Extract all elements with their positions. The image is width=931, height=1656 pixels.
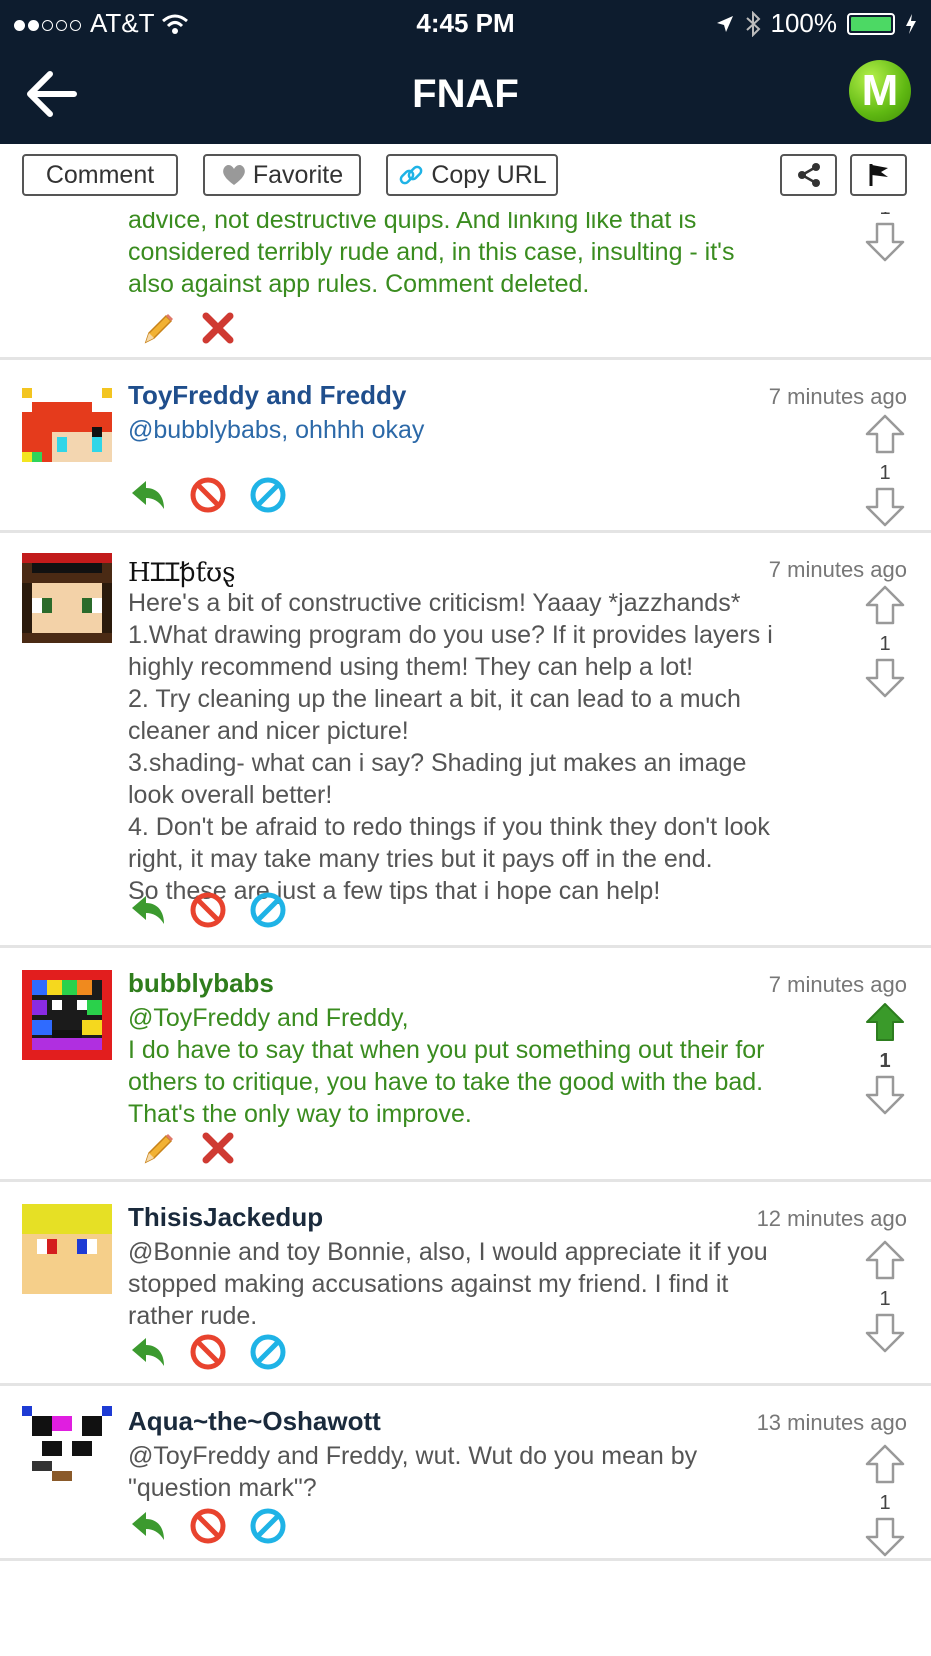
comment-line: @Bonnie and toy Bonnie, also, I would ap… <box>128 1238 768 1266</box>
downvote-arrow-icon[interactable] <box>863 1073 907 1117</box>
comment-time: 12 minutes ago <box>756 1206 907 1231</box>
app-logo[interactable]: M <box>849 60 911 122</box>
upvote-arrow-active-icon[interactable] <box>863 1000 907 1044</box>
charging-icon <box>906 13 916 34</box>
block-icon[interactable] <box>188 475 228 515</box>
avatar[interactable] <box>22 1204 112 1294</box>
copy-url-button[interactable]: Copy URL <box>386 154 558 196</box>
page-title: FNAF <box>412 72 519 116</box>
comment-item: Aqua~the~Oshawott 13 minutes ago @ToyFre… <box>0 1386 931 1561</box>
heart-icon <box>223 165 245 185</box>
comment-line: also against app rules. Comment deleted. <box>128 270 590 298</box>
comment-line: look overall better! <box>128 781 333 809</box>
avatar[interactable] <box>22 553 112 643</box>
reply-icon[interactable] <box>128 1332 168 1372</box>
comment-line: 1.What drawing program do you use? If it… <box>128 621 773 649</box>
flag-icon <box>869 164 888 186</box>
upvote-arrow-icon[interactable] <box>863 583 907 627</box>
comment-time: 13 minutes ago <box>756 1410 907 1435</box>
comment-time: 7 minutes ago <box>768 384 907 409</box>
status-bar: AT&T 4:45 PM 100% <box>0 0 931 46</box>
comment-item: HꞮꞮꝥƭʊȿ 7 minutes ago Here's a bit of co… <box>0 533 931 948</box>
downvote-arrow-icon[interactable] <box>863 1311 907 1355</box>
comment-line: considered terribly rude and, in this ca… <box>128 238 735 266</box>
favorite-button-label: Favorite <box>252 160 344 189</box>
comment-line: right, it may take many tries but it pay… <box>128 845 713 873</box>
avatar[interactable] <box>22 382 112 472</box>
block-icon[interactable] <box>188 1506 228 1546</box>
share-button[interactable] <box>780 154 837 196</box>
delete-x-icon[interactable] <box>198 308 238 348</box>
comment-line: stopped making accusations against my fr… <box>128 1270 729 1298</box>
comment-text: @bubblybabs, ohhhh okay <box>128 416 425 444</box>
reply-icon[interactable] <box>128 1506 168 1546</box>
comment-line: 2. Try cleaning up the lineart a bit, it… <box>128 685 741 713</box>
comment-feed[interactable]: advice, not destructive quips. And linki… <box>0 144 931 1656</box>
comment-time: 7 minutes ago <box>768 972 907 997</box>
comment-button[interactable]: Comment <box>22 154 178 196</box>
comment-line: I do have to say that when you put somet… <box>128 1036 765 1064</box>
block-icon[interactable] <box>188 1332 228 1372</box>
comment-line: highly recommend using them! They can he… <box>128 653 694 681</box>
mute-icon[interactable] <box>248 475 288 515</box>
share-icon <box>797 163 820 187</box>
vote-count: 1 <box>879 1288 891 1310</box>
avatar[interactable] <box>22 970 112 1060</box>
nav-bar: FNAF M <box>0 46 931 144</box>
comment-line: @ToyFreddy and Freddy, <box>128 1004 409 1032</box>
location-icon <box>716 15 733 32</box>
vote-count: 1 <box>879 462 891 484</box>
reply-icon[interactable] <box>128 475 168 515</box>
comment-item: ThisisJackedup 12 minutes ago @Bonnie an… <box>0 1182 931 1386</box>
flag-button[interactable] <box>850 154 907 196</box>
downvote-arrow-icon[interactable] <box>863 220 907 264</box>
mute-icon[interactable] <box>248 890 288 930</box>
downvote-arrow-icon[interactable] <box>863 656 907 700</box>
mute-icon[interactable] <box>248 1506 288 1546</box>
comment-line: others to critique, you have to take the… <box>128 1068 764 1096</box>
upvote-arrow-icon[interactable] <box>863 1442 907 1486</box>
reply-icon[interactable] <box>128 890 168 930</box>
favorite-button[interactable]: Favorite <box>203 154 361 196</box>
comment-author[interactable]: HꞮꞮꝥƭʊȿ <box>128 553 236 589</box>
comment-button-label: Comment <box>45 160 155 189</box>
comment-author[interactable]: ToyFreddy and Freddy <box>128 380 406 411</box>
upvote-arrow-icon[interactable] <box>863 412 907 456</box>
comment-author[interactable]: Aqua~the~Oshawott <box>128 1406 381 1437</box>
delete-x-icon[interactable] <box>198 1128 238 1168</box>
vote-count: 1 <box>879 1492 891 1514</box>
edit-pencil-icon[interactable] <box>138 1128 178 1168</box>
comment-line: 4. Don't be afraid to redo things if you… <box>128 813 770 841</box>
vote-count: 1 <box>879 1050 891 1072</box>
vote-count: 1 <box>879 633 891 655</box>
downvote-arrow-icon[interactable] <box>863 485 907 529</box>
upvote-arrow-icon[interactable] <box>863 1238 907 1282</box>
avatar[interactable] <box>22 1406 112 1496</box>
comment-item: bubblybabs 7 minutes ago @ToyFreddy and … <box>0 948 931 1182</box>
comment-line: That's the only way to improve. <box>128 1100 472 1128</box>
comment-line: "question mark"? <box>128 1474 317 1502</box>
comment-author[interactable]: ThisisJackedup <box>128 1202 323 1233</box>
battery-icon <box>847 12 895 35</box>
edit-pencil-icon[interactable] <box>138 308 178 348</box>
comment-time: 7 minutes ago <box>768 557 907 582</box>
comment-author[interactable]: bubblybabs <box>128 968 274 999</box>
link-icon <box>399 165 423 185</box>
bluetooth-icon <box>745 10 760 37</box>
comment-line: Here's a bit of constructive criticism! … <box>128 589 741 617</box>
battery-percent: 100% <box>770 8 838 38</box>
comment-line: 3.shading- what can i say? Shading jut m… <box>128 749 747 777</box>
comment-line: cleaner and nicer picture! <box>128 717 409 745</box>
mute-icon[interactable] <box>248 1332 288 1372</box>
comment-item: ToyFreddy and Freddy 7 minutes ago @bubb… <box>0 360 931 533</box>
downvote-arrow-icon[interactable] <box>863 1515 907 1559</box>
copy-url-button-label: Copy URL <box>431 160 547 189</box>
block-icon[interactable] <box>188 890 228 930</box>
comment-line: rather rude. <box>128 1302 258 1330</box>
action-toolbar: Comment Favorite Copy URL <box>0 144 931 212</box>
comment-line: @ToyFreddy and Freddy, wut. Wut do you m… <box>128 1442 698 1470</box>
